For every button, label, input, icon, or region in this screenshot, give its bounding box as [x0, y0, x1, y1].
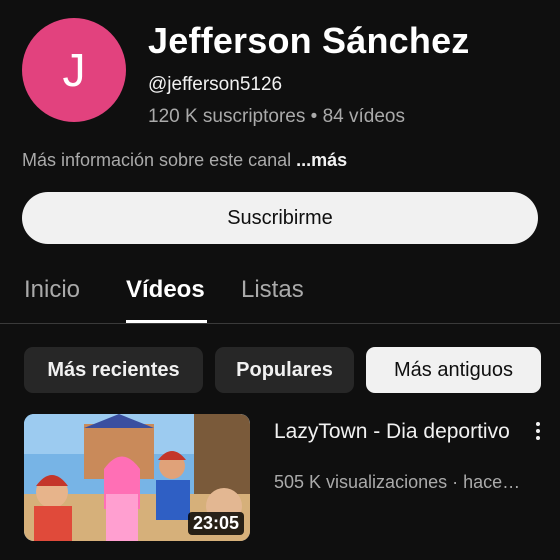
- channel-handle: @jefferson5126: [148, 74, 283, 95]
- more-link[interactable]: ...más: [296, 150, 347, 170]
- chip-populares[interactable]: Populares: [215, 347, 354, 393]
- channel-name: Jefferson Sánchez: [148, 20, 470, 61]
- chip-mas-recientes[interactable]: Más recientes: [24, 347, 203, 393]
- chip-mas-antiguos[interactable]: Más antiguos: [366, 347, 541, 393]
- video-duration: 23:05: [187, 512, 244, 535]
- video-title[interactable]: LazyTown - Dia deportivo: [274, 418, 514, 446]
- channel-tabs: Inicio Vídeos Listas: [0, 264, 560, 324]
- tab-inicio[interactable]: Inicio: [24, 276, 80, 304]
- video-meta: 505 K visualizaciones · hace…: [274, 472, 521, 492]
- subscribe-button[interactable]: Suscribirme: [22, 192, 538, 244]
- avatar-letter: J: [62, 44, 86, 96]
- channel-stats: 120 K suscriptores • 84 vídeos: [148, 106, 405, 127]
- more-info-text: Más información sobre este canal: [22, 150, 297, 170]
- channel-description[interactable]: Más información sobre este canal ...más: [22, 150, 347, 171]
- tab-videos[interactable]: Vídeos: [126, 276, 205, 304]
- kebab-dot: [536, 429, 540, 433]
- active-tab-indicator: [126, 320, 207, 323]
- channel-avatar[interactable]: J: [22, 18, 126, 122]
- kebab-dot: [536, 422, 540, 426]
- tab-listas[interactable]: Listas: [241, 276, 304, 304]
- channel-header: J Jefferson Sánchez @jefferson5126 120 K…: [22, 18, 542, 130]
- video-item[interactable]: 23:05 LazyTown - Dia deportivo 505 K vis…: [24, 414, 554, 544]
- more-vert-icon[interactable]: [526, 416, 550, 446]
- kebab-dot: [536, 436, 540, 440]
- video-thumbnail[interactable]: 23:05: [24, 414, 250, 541]
